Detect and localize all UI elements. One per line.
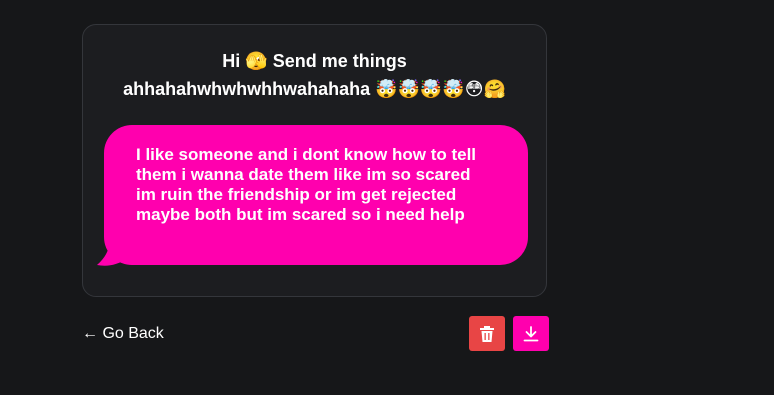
message-text: I like someone and i dont know how to te… xyxy=(104,125,528,265)
footer-bar: ← Go Back xyxy=(82,316,549,352)
prompt-line-1: Hi 🫣 Send me things xyxy=(222,51,407,71)
download-icon xyxy=(523,325,539,341)
message-card: Hi 🫣 Send me things ahhahahwhwhwhhwahaha… xyxy=(82,24,547,297)
trash-icon xyxy=(480,325,494,342)
delete-button[interactable] xyxy=(469,316,505,351)
download-button[interactable] xyxy=(513,316,549,351)
go-back-link[interactable]: ← Go Back xyxy=(82,324,164,344)
prompt-text: Hi 🫣 Send me things ahhahahwhwhwhhwahaha… xyxy=(83,47,546,103)
message-bubble: I like someone and i dont know how to te… xyxy=(96,125,528,267)
prompt-line-2: ahhahahwhwhwhhwahahaha 🤯🤯🤯🤯😳🤗 xyxy=(123,79,506,99)
